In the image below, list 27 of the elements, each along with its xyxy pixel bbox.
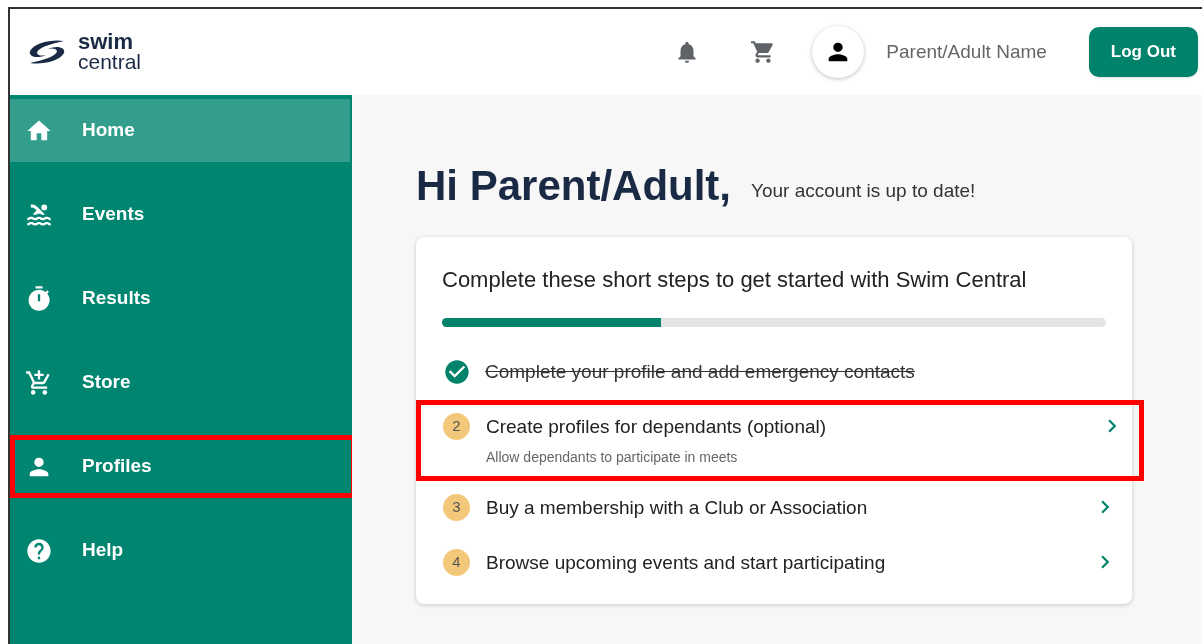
step-title: Browse upcoming events and start participating (486, 550, 887, 575)
logo-text: swim (78, 31, 135, 53)
help-icon (25, 536, 53, 565)
step-title: Create profiles for dependants (optional) (486, 414, 828, 439)
step-number: 3 (443, 494, 470, 521)
user-name: Parent/Adult Name (886, 39, 1047, 64)
step-subtitle: Allow dependants to participate in meets (486, 448, 739, 467)
account-status: Your account is up to date! (751, 178, 976, 203)
logout-button[interactable]: Log Out (1088, 27, 1198, 77)
step-title: Complete your profile and add emergency contacts (485, 360, 916, 384)
sidebar-item[interactable]: Results (10, 267, 350, 330)
logo-subtext: central (78, 52, 142, 73)
step-row[interactable]: Complete your profile and add emergency contacts (416, 345, 1132, 400)
card-title: Complete these short steps to get started with Swim Central (441, 266, 1028, 294)
sidebar-item[interactable]: Store (10, 351, 350, 414)
step-number: 2 (443, 412, 470, 440)
sidebar-item[interactable]: Events (10, 183, 350, 246)
step-row[interactable]: 4 Browse upcoming events and start participating (416, 535, 1132, 590)
step-row[interactable]: 3 Buy a membership with a Club or Association (416, 481, 1132, 536)
step-number: 4 (443, 548, 470, 576)
sidebar-item[interactable]: Help (10, 519, 350, 582)
greeting-heading: Hi Parent/Adult, (416, 165, 732, 207)
avatar-button[interactable] (812, 26, 865, 78)
sidebar-item[interactable]: Home (10, 99, 350, 162)
check-icon (443, 358, 471, 386)
step-row[interactable]: 2 Create profiles for dependants (optional) Allow dependants to participate in meets (416, 399, 1144, 481)
step-title: Buy a membership with a Club or Association (486, 496, 869, 520)
